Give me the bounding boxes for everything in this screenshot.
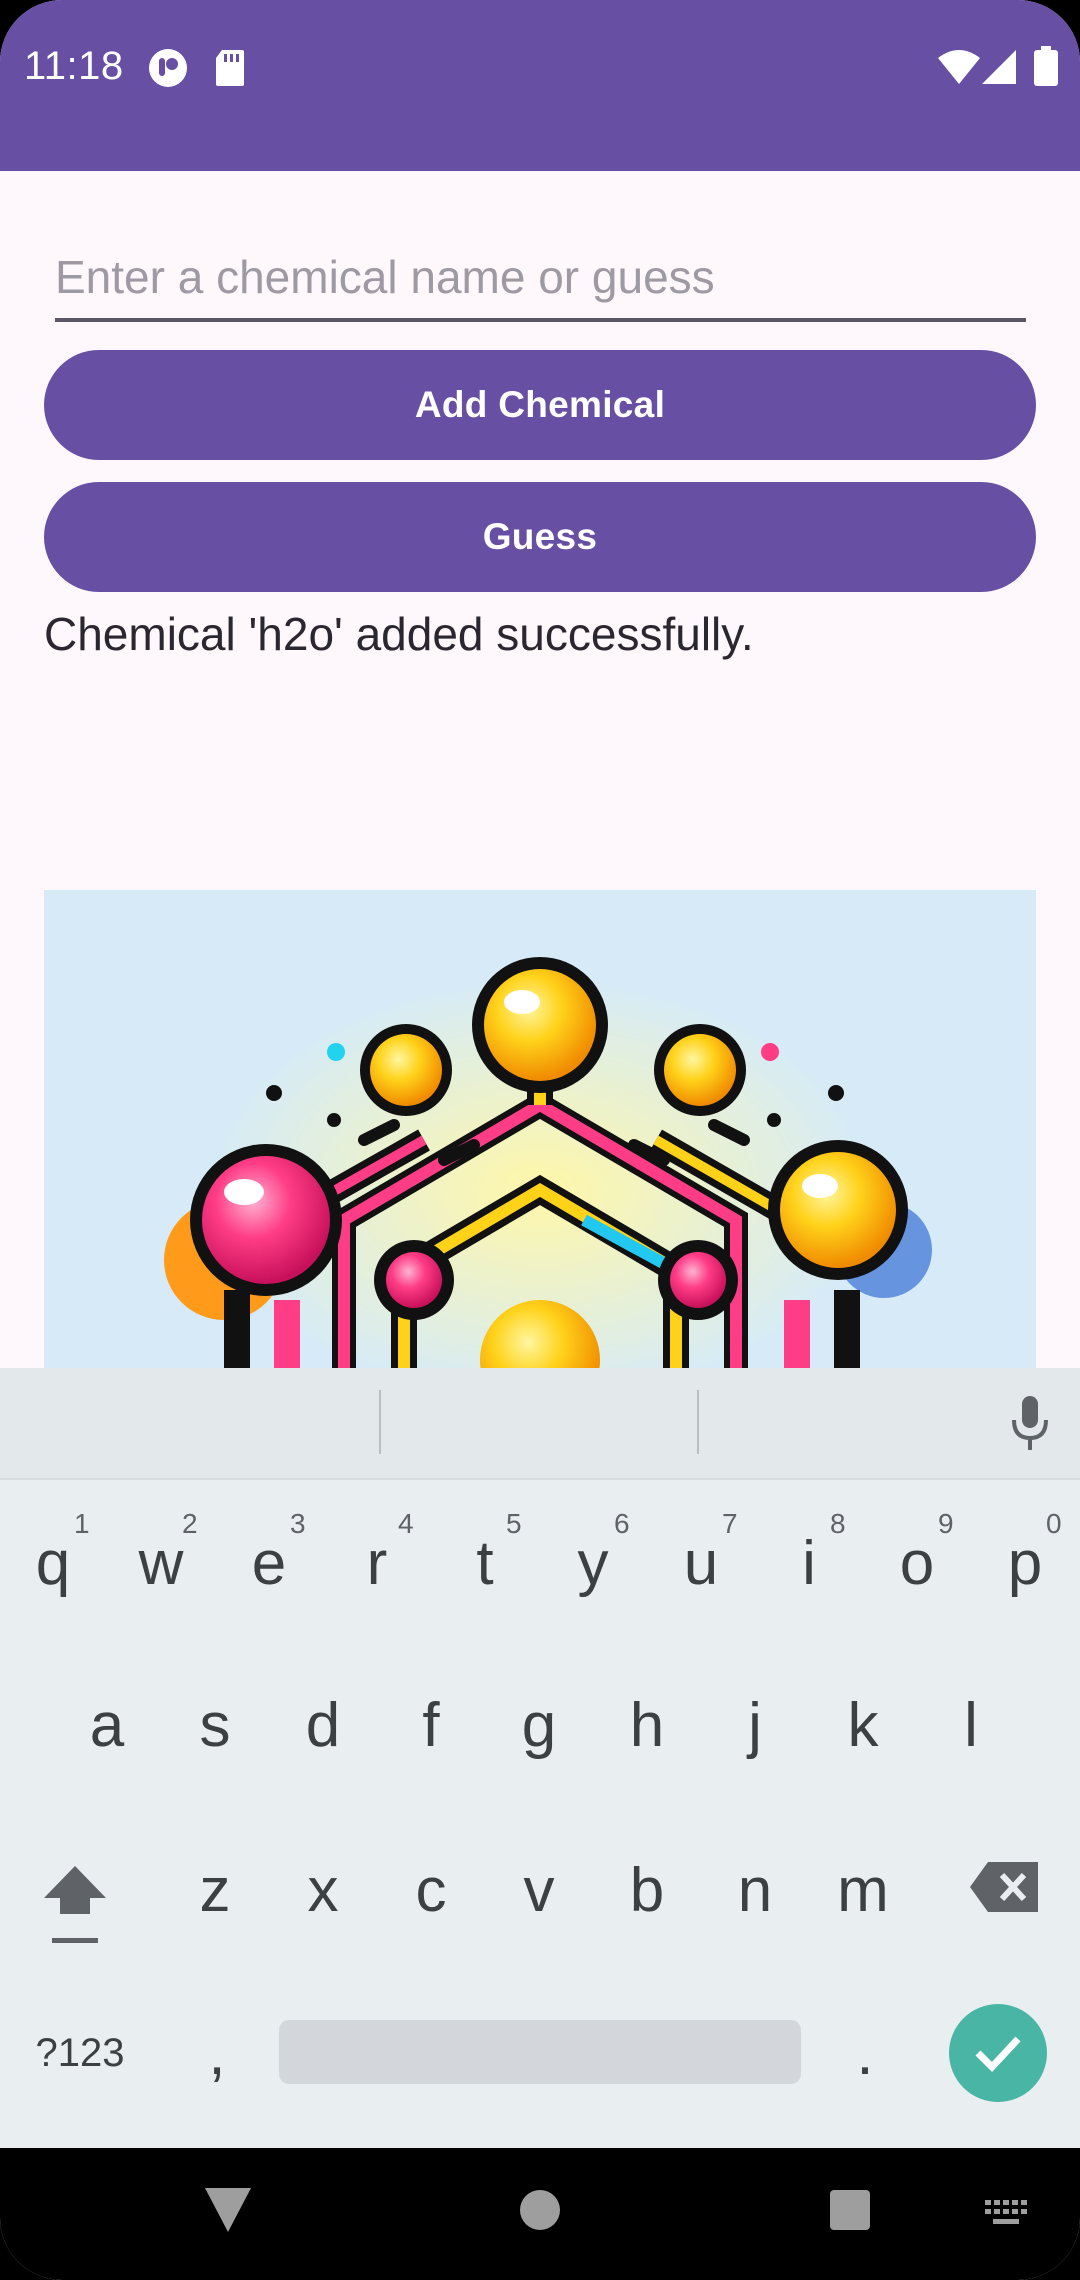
key-hint: 7 bbox=[722, 1508, 738, 1539]
app-bar: 11:18 bbox=[0, 0, 1080, 171]
key-s[interactable]: s bbox=[166, 1660, 264, 1790]
key-hint: 2 bbox=[182, 1508, 198, 1539]
suggestion-strip bbox=[0, 1368, 1080, 1480]
key-hint: 5 bbox=[506, 1508, 522, 1539]
back-nav-icon[interactable] bbox=[205, 2188, 251, 2232]
navigation-bar bbox=[0, 2148, 1080, 2280]
suggestion-divider bbox=[697, 1390, 699, 1454]
key-x[interactable]: x bbox=[274, 1825, 372, 1955]
keyboard-switch-icon[interactable] bbox=[985, 2200, 1027, 2226]
home-nav-icon[interactable] bbox=[520, 2190, 560, 2230]
molecule-illustration-icon bbox=[164, 957, 932, 1370]
key-hint: 4 bbox=[398, 1508, 414, 1539]
key-j[interactable]: j bbox=[706, 1660, 804, 1790]
status-message: Chemical 'h2o' added successfully. bbox=[44, 608, 754, 660]
symbols-key[interactable]: ?123 bbox=[20, 1988, 140, 2118]
key-a[interactable]: a bbox=[58, 1660, 156, 1790]
key-b[interactable]: b bbox=[598, 1825, 696, 1955]
chemical-input[interactable] bbox=[55, 240, 1026, 314]
key-m[interactable]: m bbox=[814, 1825, 912, 1955]
key-h[interactable]: h bbox=[598, 1660, 696, 1790]
key-hint: 6 bbox=[614, 1508, 630, 1539]
backspace-key-icon[interactable] bbox=[970, 1862, 1038, 1912]
status-time: 11:18 bbox=[24, 44, 124, 88]
guess-button[interactable]: Guess bbox=[44, 482, 1036, 592]
key-hint: 1 bbox=[74, 1508, 90, 1539]
key-g[interactable]: g bbox=[490, 1660, 588, 1790]
key-v[interactable]: v bbox=[490, 1825, 588, 1955]
key-c[interactable]: c bbox=[382, 1825, 480, 1955]
comma-key[interactable]: , bbox=[168, 1988, 266, 2118]
period-key[interactable]: . bbox=[816, 1988, 914, 2118]
key-hint: 0 bbox=[1046, 1508, 1062, 1539]
key-f[interactable]: f bbox=[382, 1660, 480, 1790]
enter-key[interactable] bbox=[949, 2004, 1047, 2102]
key-hint: 3 bbox=[290, 1508, 306, 1539]
sd-card-icon bbox=[216, 50, 244, 86]
shift-key-icon[interactable] bbox=[40, 1862, 110, 1950]
suggestion-divider bbox=[379, 1390, 381, 1454]
key-d[interactable]: d bbox=[274, 1660, 372, 1790]
app-notification-icon bbox=[149, 49, 187, 87]
checkmark-icon bbox=[975, 2036, 1021, 2073]
battery-icon bbox=[1034, 46, 1058, 86]
key-z[interactable]: z bbox=[166, 1825, 264, 1955]
add-chemical-button[interactable]: Add Chemical bbox=[44, 350, 1036, 460]
microphone-icon[interactable] bbox=[1010, 1396, 1050, 1452]
space-key[interactable] bbox=[279, 2020, 801, 2084]
key-l[interactable]: l bbox=[922, 1660, 1020, 1790]
chemical-input-container bbox=[55, 240, 1026, 322]
key-n[interactable]: n bbox=[706, 1825, 804, 1955]
app-screen: 11:18 Add Chemical Guess Chemic bbox=[0, 0, 1080, 2280]
recents-nav-icon[interactable] bbox=[830, 2190, 870, 2230]
key-hint: 9 bbox=[938, 1508, 954, 1539]
key-hint: 8 bbox=[830, 1508, 846, 1539]
molecule-image bbox=[44, 890, 1036, 1370]
signal-icon bbox=[982, 50, 1016, 84]
key-k[interactable]: k bbox=[814, 1660, 912, 1790]
wifi-icon bbox=[938, 50, 980, 84]
